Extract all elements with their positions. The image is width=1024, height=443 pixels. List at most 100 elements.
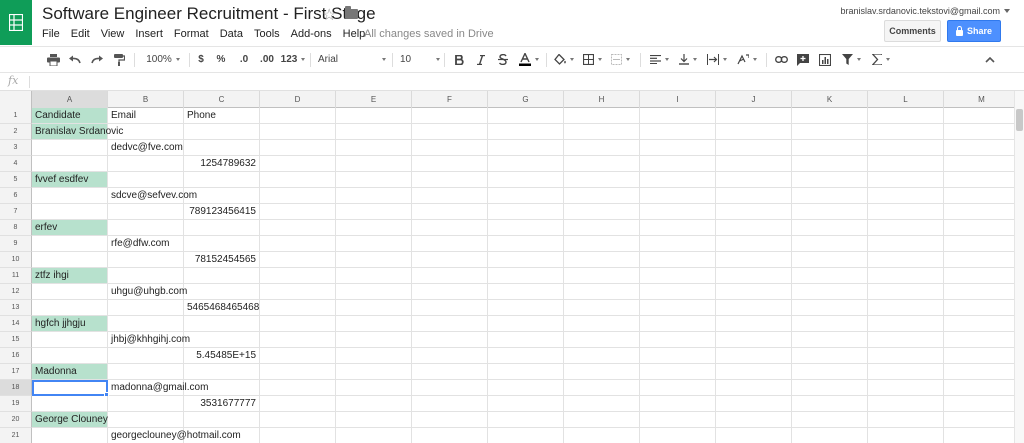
borders-icon[interactable] <box>580 47 604 72</box>
undo-icon[interactable] <box>66 47 84 72</box>
cell-j17[interactable] <box>716 364 792 380</box>
cell-f1[interactable] <box>412 108 488 124</box>
cell-c11[interactable] <box>184 268 260 284</box>
cell-a9[interactable] <box>32 236 108 252</box>
cell-a1[interactable]: Candidate <box>32 108 108 124</box>
cell-j4[interactable] <box>716 156 792 172</box>
cell-k18[interactable] <box>792 380 868 396</box>
cell-b8[interactable] <box>108 220 184 236</box>
cell-k16[interactable] <box>792 348 868 364</box>
cell-f17[interactable] <box>412 364 488 380</box>
menu-file[interactable]: File <box>42 28 60 40</box>
account-caret-icon[interactable] <box>1004 9 1010 13</box>
column-header-h[interactable]: H <box>564 91 640 108</box>
column-header-e[interactable]: E <box>336 91 412 108</box>
row-header[interactable]: 13 <box>0 300 32 316</box>
cell-h11[interactable] <box>564 268 640 284</box>
cell-g13[interactable] <box>488 300 564 316</box>
cell-k6[interactable] <box>792 188 868 204</box>
cell-d8[interactable] <box>260 220 336 236</box>
cell-d17[interactable] <box>260 364 336 380</box>
row-header[interactable]: 2 <box>0 124 32 140</box>
cell-k9[interactable] <box>792 236 868 252</box>
cell-a16[interactable] <box>32 348 108 364</box>
cell-j15[interactable] <box>716 332 792 348</box>
cell-e13[interactable] <box>336 300 412 316</box>
cell-j11[interactable] <box>716 268 792 284</box>
cell-i18[interactable] <box>640 380 716 396</box>
cell-d13[interactable] <box>260 300 336 316</box>
zoom-select[interactable]: 100% <box>140 47 186 72</box>
cell-m5[interactable] <box>944 172 1014 188</box>
cell-i12[interactable] <box>640 284 716 300</box>
row-header[interactable]: 15 <box>0 332 32 348</box>
column-header-l[interactable]: L <box>868 91 944 108</box>
cell-c17[interactable] <box>184 364 260 380</box>
menu-addons[interactable]: Add-ons <box>291 28 332 40</box>
cell-g6[interactable] <box>488 188 564 204</box>
cell-j7[interactable] <box>716 204 792 220</box>
cell-f7[interactable] <box>412 204 488 220</box>
row-header[interactable]: 6 <box>0 188 32 204</box>
cell-k4[interactable] <box>792 156 868 172</box>
cell-k5[interactable] <box>792 172 868 188</box>
paint-format-icon[interactable] <box>110 47 128 72</box>
cell-a20[interactable]: George Clouney <box>32 412 108 428</box>
cell-j13[interactable] <box>716 300 792 316</box>
cell-i3[interactable] <box>640 140 716 156</box>
cell-m7[interactable] <box>944 204 1014 220</box>
cell-e1[interactable] <box>336 108 412 124</box>
cell-d21[interactable] <box>260 428 336 443</box>
cell-l18[interactable] <box>868 380 944 396</box>
cell-e18[interactable] <box>336 380 412 396</box>
functions-icon[interactable] <box>868 47 894 72</box>
column-header-g[interactable]: G <box>488 91 564 108</box>
cell-d7[interactable] <box>260 204 336 220</box>
text-wrapping-icon[interactable] <box>704 47 730 72</box>
cell-h9[interactable] <box>564 236 640 252</box>
formula-input[interactable] <box>34 74 1014 89</box>
cell-f21[interactable] <box>412 428 488 443</box>
cell-l7[interactable] <box>868 204 944 220</box>
cell-c10[interactable]: 78152454565 <box>184 252 260 268</box>
cell-a21[interactable] <box>32 428 108 443</box>
vertical-align-icon[interactable] <box>676 47 700 72</box>
cell-l12[interactable] <box>868 284 944 300</box>
cell-m8[interactable] <box>944 220 1014 236</box>
cell-f2[interactable] <box>412 124 488 140</box>
cell-h8[interactable] <box>564 220 640 236</box>
bold-icon[interactable] <box>450 47 468 72</box>
cell-k15[interactable] <box>792 332 868 348</box>
cell-j18[interactable] <box>716 380 792 396</box>
decrease-decimals-button[interactable]: .0 <box>234 47 254 72</box>
cell-l9[interactable] <box>868 236 944 252</box>
cell-j19[interactable] <box>716 396 792 412</box>
cell-l13[interactable] <box>868 300 944 316</box>
cell-d15[interactable] <box>260 332 336 348</box>
account-email[interactable]: branislav.srdanovic.tekstovi@gmail.com <box>840 6 1000 16</box>
cell-g10[interactable] <box>488 252 564 268</box>
comments-button[interactable]: Comments <box>884 20 941 42</box>
cell-b6[interactable]: sdcve@sefvev.com <box>108 188 197 204</box>
share-button[interactable]: Share <box>947 20 1001 42</box>
cell-h15[interactable] <box>564 332 640 348</box>
cell-e9[interactable] <box>336 236 412 252</box>
cell-d19[interactable] <box>260 396 336 412</box>
menu-edit[interactable]: Edit <box>71 28 90 40</box>
cell-b5[interactable] <box>108 172 184 188</box>
cell-d4[interactable] <box>260 156 336 172</box>
cell-l15[interactable] <box>868 332 944 348</box>
cell-g8[interactable] <box>488 220 564 236</box>
cell-g1[interactable] <box>488 108 564 124</box>
menu-insert[interactable]: Insert <box>135 28 163 40</box>
strikethrough-icon[interactable] <box>494 47 512 72</box>
cell-f20[interactable] <box>412 412 488 428</box>
cell-j10[interactable] <box>716 252 792 268</box>
cell-b21[interactable]: georgeclouney@hotmail.com <box>108 428 241 443</box>
cell-c20[interactable] <box>184 412 260 428</box>
cell-g5[interactable] <box>488 172 564 188</box>
cell-i6[interactable] <box>640 188 716 204</box>
cell-d9[interactable] <box>260 236 336 252</box>
redo-icon[interactable] <box>88 47 106 72</box>
cell-b12[interactable]: uhgu@uhgb.com <box>108 284 187 300</box>
